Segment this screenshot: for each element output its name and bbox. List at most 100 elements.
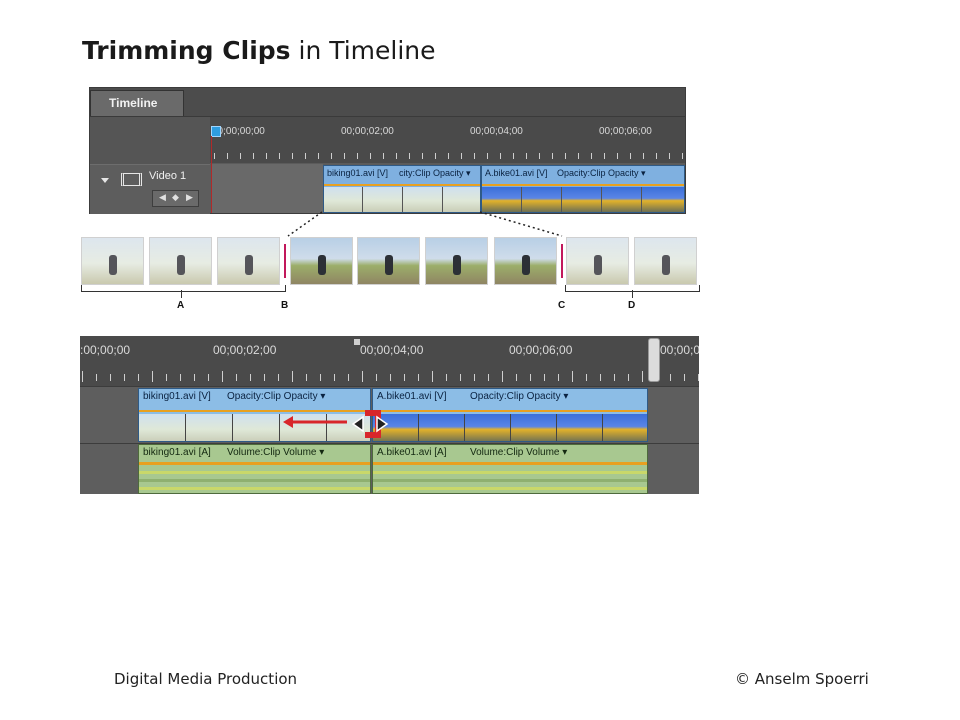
film-frame [149,237,212,285]
track-empty-area[interactable] [211,164,323,213]
opacity-line[interactable] [139,410,370,412]
next-keyframe-icon[interactable]: ▶ [186,191,193,206]
clip-effect-dropdown[interactable]: Volume:Clip Volume ▾ [227,447,324,458]
ruler-tick [331,153,332,159]
clip-name: A.bike01.avi [A] [377,447,447,458]
ruler-tick [208,374,209,381]
ruler-tick [318,153,319,159]
add-keyframe-icon[interactable]: ◆ [172,191,179,206]
ruler-tick [376,374,377,381]
ruler-tick [152,371,153,382]
opacity-line[interactable] [324,184,480,186]
ruler-tick [292,371,293,382]
ruler-tick [670,374,671,381]
clip-thumbnail [603,414,647,441]
film-frame [290,237,353,285]
collapse-triangle-icon[interactable] [101,178,109,183]
ruler-tick [516,374,517,381]
clip-effect-dropdown[interactable]: city:Clip Opacity ▾ [399,168,471,179]
ruler-tick [82,371,83,382]
ruler-tick [446,374,447,381]
ruler-tick [682,153,683,159]
ruler-tick [236,374,237,381]
clip-effect-dropdown[interactable]: Opacity:Clip Opacity ▾ [470,391,568,402]
footer-copyright: © Anselm Spoerri [735,670,869,688]
volume-line[interactable] [373,462,647,465]
prev-keyframe-icon[interactable]: ◀ [159,191,166,206]
clip-abike01-video[interactable]: A.bike01.avi [V] Opacity:Clip Opacity ▾ [481,165,685,213]
ripple-trim-tool-icon[interactable] [351,408,389,440]
ruler-tick [684,374,685,381]
clip-effect-dropdown[interactable]: Volume:Clip Volume ▾ [470,447,567,458]
ruler-tick [435,153,436,159]
ruler-timecode: 00;00;0 [660,343,699,357]
ruler-tick [253,153,254,159]
film-frame [425,237,488,285]
filmstrip-icon[interactable] [121,173,142,186]
work-area-marker[interactable] [354,339,360,345]
ruler-tick [604,153,605,159]
ruler-tick [586,374,587,381]
label-a: A [177,300,185,311]
zoomed-clip-biking01-audio[interactable]: biking01.avi [A] Volume:Clip Volume ▾ [138,444,371,494]
volume-line[interactable] [139,462,370,465]
ruler-tick [390,374,391,381]
ruler-tick [180,374,181,381]
ruler-tick [544,374,545,381]
ruler-tick [642,371,643,382]
zoomed-clip-abike01-video[interactable]: A.bike01.avi [V] Opacity:Clip Opacity ▾ [372,388,648,442]
rider-figure [109,255,117,275]
clip-name: biking01.avi [A] [143,447,211,458]
ruler-tick [348,374,349,381]
label-tick [181,290,182,298]
clip-thumbnail [602,187,642,212]
ruler-timecode: 00;00;06;00 [509,343,573,357]
clip-effect-dropdown[interactable]: Opacity:Clip Opacity ▾ [227,391,325,402]
rider-figure [453,255,461,275]
ruler-tick [383,153,384,159]
ruler-tick [600,374,601,381]
opacity-line[interactable] [482,184,684,186]
zoomed-clip-abike01-audio[interactable]: A.bike01.avi [A] Volume:Clip Volume ▾ [372,444,648,494]
clip-thumbnail [557,414,603,441]
ruler-tick [110,374,111,381]
in-point-marker [284,244,290,278]
trim-direction-arrow-icon [283,416,347,428]
ruler-tick [460,374,461,381]
audio-waveform-band [373,471,647,474]
bracket-head-trim [81,285,286,292]
clip-thumbnail [186,414,233,441]
tab-timeline[interactable]: Timeline [90,90,184,116]
audio-waveform-band [373,487,647,490]
in-point-line [284,244,286,278]
ruler-tick [628,374,629,381]
track-name: Video 1 [149,170,187,182]
footer-course-name: Digital Media Production [114,670,298,688]
ruler-tick [396,153,397,159]
ruler-tick [357,153,358,159]
clip-name: A.bike01.avi [V] [485,168,548,178]
opacity-line[interactable] [373,410,647,412]
label-c: C [558,300,566,311]
ruler-timecode: 00;00;02;00 [341,126,394,137]
audio-waveform-band [139,479,370,482]
track-header-video-1: Video 1 ◀ ◆ ▶ [90,164,210,214]
out-point-marker [561,244,567,278]
scroll-handle[interactable] [648,338,660,382]
playhead-handle[interactable] [211,126,221,137]
zoomed-clip-biking01-video[interactable]: biking01.avi [V] Opacity:Clip Opacity ▾ [138,388,371,442]
ruler-tick [292,153,293,159]
audio-waveform-band [139,471,370,474]
ruler-tick [572,371,573,382]
ruler-tick [138,374,139,381]
slide-title: Trimming Clips in Timeline [82,36,436,65]
clip-thumbnail [233,414,280,441]
clip-effect-dropdown[interactable]: Opacity:Clip Opacity ▾ [557,168,646,179]
label-d: D [628,300,636,311]
ruler-tick [344,153,345,159]
ruler-timecode: 00;00;04;00 [470,126,523,137]
ruler-tick [487,153,488,159]
clip-biking01-video[interactable]: biking01.avi [V] city:Clip Opacity ▾ [323,165,481,213]
ruler-tick [513,153,514,159]
keyframe-navigator: ◀ ◆ ▶ [152,190,199,207]
